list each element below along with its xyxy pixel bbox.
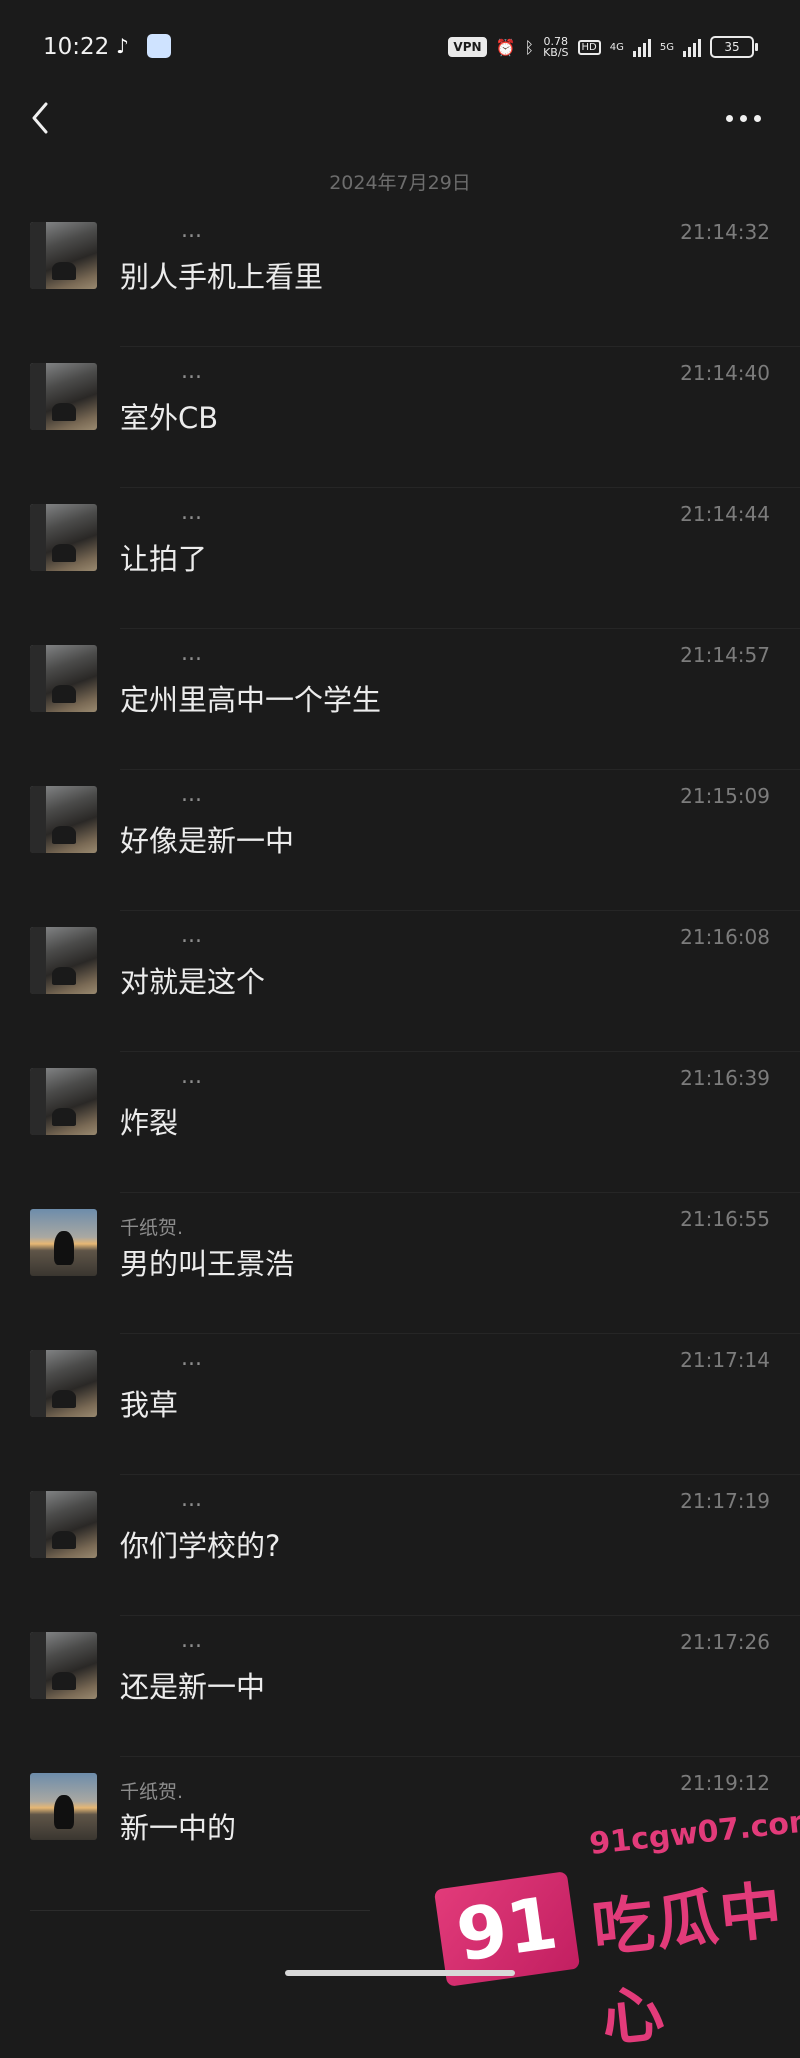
avatar[interactable]: [30, 1068, 97, 1135]
avatar[interactable]: [30, 786, 97, 853]
avatar[interactable]: [30, 1491, 97, 1558]
divider: [30, 1910, 370, 1911]
message-item[interactable]: ... 21:14:44 让拍了: [0, 488, 800, 629]
vpn-badge: VPN: [448, 37, 487, 57]
sender-name: ...: [181, 359, 202, 384]
sender-name: ...: [181, 1628, 202, 1653]
battery-icon: 35: [710, 36, 758, 58]
message-time: 21:14:40: [680, 361, 770, 385]
avatar[interactable]: [30, 645, 97, 712]
message-time: 21:16:08: [680, 925, 770, 949]
tiktok-icon: ♪: [116, 34, 129, 58]
avatar[interactable]: [30, 1350, 97, 1417]
home-indicator[interactable]: [285, 1970, 515, 1976]
message-text: 好像是新一中: [120, 824, 295, 858]
message-item[interactable]: 千纸贺. 21:16:55 男的叫王景浩: [0, 1193, 800, 1334]
message-text: 别人手机上看里: [120, 260, 324, 294]
avatar[interactable]: [30, 363, 97, 430]
message-text: 对就是这个: [120, 965, 266, 999]
sender-name: ...: [181, 782, 202, 807]
more-button[interactable]: [726, 108, 766, 128]
message-text: 男的叫王景浩: [120, 1247, 295, 1281]
message-item[interactable]: ... 21:17:14 我草: [0, 1334, 800, 1475]
network-label-2: 5G: [659, 41, 674, 53]
speed-unit: KB/S: [543, 46, 569, 59]
status-time: 10:22: [43, 34, 110, 60]
message-item[interactable]: ... 21:16:39 炸裂: [0, 1052, 800, 1193]
message-item[interactable]: ... 21:17:26 还是新一中: [0, 1616, 800, 1757]
sender-name: ...: [181, 923, 202, 948]
avatar[interactable]: [30, 1773, 97, 1840]
avatar[interactable]: [30, 927, 97, 994]
date-divider: 2024年7月29日: [329, 172, 471, 194]
network-speed: 0.78 KB/S: [543, 36, 568, 58]
signal-icon-1: [632, 37, 651, 57]
message-text: 定州里高中一个学生: [120, 683, 382, 717]
message-time: 21:17:19: [680, 1489, 770, 1513]
message-text: 炸裂: [120, 1106, 179, 1140]
message-item[interactable]: ... 21:14:40 室外CB: [0, 347, 800, 488]
sender-name: ...: [181, 1487, 202, 1512]
message-text: 新一中的: [120, 1811, 237, 1845]
avatar[interactable]: [30, 1209, 97, 1276]
message-text: 我草: [120, 1388, 179, 1422]
message-item[interactable]: ... 21:14:32 别人手机上看里: [0, 206, 800, 347]
sender-name: ...: [181, 641, 202, 666]
message-time: 21:14:32: [680, 220, 770, 244]
message-time: 21:15:09: [680, 784, 770, 808]
message-time: 21:16:55: [680, 1207, 770, 1231]
hd-badge: HD: [577, 39, 601, 55]
back-button[interactable]: [26, 98, 56, 138]
watermark-title: 吃瓜中心: [588, 1873, 788, 2056]
status-bar: 10:22 ♪ VPN ⏰ ᛒ 0.78 KB/S HD 4G 5G 35: [0, 0, 800, 96]
chevron-left-icon: [32, 102, 48, 134]
network-label-1: 4G: [609, 41, 624, 53]
message-time: 21:14:44: [680, 502, 770, 526]
avatar[interactable]: [30, 222, 97, 289]
sender-name: 千纸贺.: [120, 1217, 184, 1239]
sender-name: ...: [181, 1064, 202, 1089]
message-text: 你们学校的?: [120, 1529, 281, 1563]
message-text: 还是新一中: [120, 1670, 266, 1704]
message-time: 21:19:12: [680, 1771, 770, 1795]
message-item[interactable]: ... 21:15:09 好像是新一中: [0, 770, 800, 911]
message-time: 21:14:57: [680, 643, 770, 667]
status-icons: VPN ⏰ ᛒ 0.78 KB/S HD 4G 5G 35: [448, 32, 758, 62]
message-item[interactable]: ... 21:14:57 定州里高中一个学生: [0, 629, 800, 770]
message-text: 让拍了: [120, 542, 208, 576]
app-notification-icon: [147, 34, 171, 58]
message-item[interactable]: ... 21:16:08 对就是这个: [0, 911, 800, 1052]
sender-name: ...: [181, 500, 202, 525]
avatar[interactable]: [30, 1632, 97, 1699]
avatar[interactable]: [30, 504, 97, 571]
message-item[interactable]: ... 21:17:19 你们学校的?: [0, 1475, 800, 1616]
sender-name: ...: [181, 1346, 202, 1371]
message-text: 室外CB: [120, 401, 219, 435]
signal-icon-2: [683, 37, 701, 57]
alarm-icon: ⏰: [495, 37, 516, 57]
message-time: 21:17:14: [680, 1348, 770, 1372]
message-time: 21:16:39: [680, 1066, 770, 1090]
bluetooth-icon: ᛒ: [524, 37, 535, 57]
sender-name: 千纸贺.: [120, 1781, 184, 1803]
sender-name: ...: [181, 218, 202, 243]
message-time: 21:17:26: [680, 1630, 770, 1654]
more-icon: [726, 114, 733, 122]
